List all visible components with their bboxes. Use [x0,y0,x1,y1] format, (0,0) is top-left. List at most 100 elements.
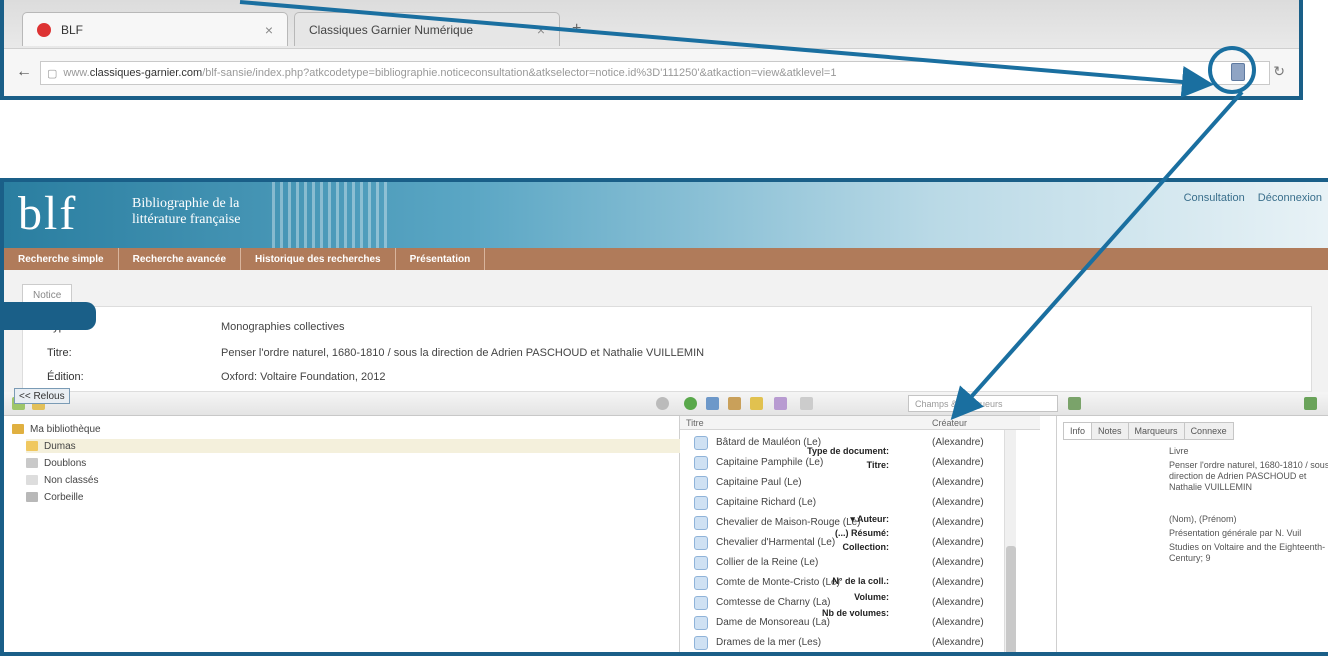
tab-notes[interactable]: Notes [1091,422,1129,440]
info-tabs: Info Notes Marqueurs Connexe [1063,422,1234,440]
fullscreen-icon[interactable] [1304,397,1317,410]
collections-pane: Ma bibliothèque Dumas Doublons Non class… [4,416,686,652]
collection-trash[interactable]: Corbeille [26,490,686,504]
item-creator: (Alexandre) [932,557,984,568]
top-links: Consultation Déconnexion [1174,192,1322,204]
unfiled-icon [26,475,38,485]
nav-presentation[interactable]: Présentation [396,248,486,270]
info-label: Collection: [842,542,890,552]
collection-unfiled[interactable]: Non classés [26,473,686,487]
attachment-icon[interactable] [728,397,741,410]
info-value[interactable]: (Nom), (Prénom) [1169,514,1328,525]
list-item[interactable]: Collier de la Reine (Le) (Alexandre) [694,554,1014,571]
deconnexion-link[interactable]: Déconnexion [1258,192,1322,204]
tab-related[interactable]: Connexe [1183,422,1234,440]
collection-label: Dumas [44,440,76,452]
field-value: Monographies collectives [221,321,345,333]
scrollbar-thumb[interactable] [1006,546,1016,652]
browser-tab-classiques[interactable]: Classiques Garnier Numérique × [294,12,560,46]
item-title: Capitaine Richard (Le) [716,497,817,508]
collection-label: Doublons [44,457,87,469]
browser-window: BLF × Classiques Garnier Numérique × + ←… [0,0,1303,100]
add-by-identifier-icon[interactable] [706,397,719,410]
item-creator: (Alexandre) [932,477,984,488]
relous-button[interactable]: << Relous [14,388,70,404]
list-item[interactable]: Drames de la mer (Les) (Alexandre) [694,634,1014,651]
nav-recherche-avancee[interactable]: Recherche avancée [119,248,242,270]
address-bar-row: ← ▢ www. classiques-garnier.com/blf-sansi… [4,48,1299,96]
tab-title: Classiques Garnier Numérique [309,22,474,37]
page-icon: ▢ [47,67,58,80]
items-scrollbar[interactable] [1004,430,1016,652]
close-tab-icon[interactable]: × [265,22,273,38]
new-note-icon[interactable] [750,397,763,410]
item-creator: (Alexandre) [932,497,984,508]
item-title: Drames de la mer (Les) [716,637,822,648]
tab-bar: BLF × Classiques Garnier Numérique × + [4,0,1299,48]
duplicates-icon [26,458,38,468]
info-value[interactable]: Livre [1169,446,1328,457]
item-title: Chevalier d'Harmental (Le) [716,537,836,548]
info-label: Volume: [854,592,889,602]
zotero-extension-icon[interactable] [1231,63,1245,81]
sync-icon[interactable] [1068,397,1081,410]
tab-info[interactable]: Info [1063,422,1093,440]
item-creator: (Alexandre) [932,577,984,588]
collection-dumas[interactable]: Dumas [26,439,686,453]
consultation-link[interactable]: Consultation [1184,192,1245,204]
url-field[interactable]: ▢ www. classiques-garnier.com/blf-sansie/… [40,61,1270,85]
actions-gear-icon[interactable] [656,397,669,410]
list-item[interactable]: Capitaine Richard (Le) (Alexandre) [694,494,1014,511]
item-creator: (Alexandre) [932,617,984,628]
info-value[interactable]: Penser l'ordre naturel, 1680-1810 / sous… [1169,460,1328,493]
blf-logo: blf [18,187,78,240]
column-title[interactable]: Titre [686,418,704,428]
book-icon [694,635,708,650]
browser-tab-blf[interactable]: BLF × [22,12,288,46]
new-tab-button[interactable]: + [572,20,581,38]
link-icon[interactable] [774,397,787,410]
blf-header: blf Bibliographie de la littérature fran… [4,182,1328,248]
reload-icon[interactable]: ↻ [1273,63,1285,80]
url-path: /blf-sansie/index.php?atkcodetype=biblio… [202,67,837,79]
book-icon [694,535,708,550]
column-creator[interactable]: Créateur [932,418,967,428]
field-value: Penser l'ordre naturel, 1680-1810 / sous… [221,347,705,359]
list-item[interactable]: Capitaine Paul (Le) (Alexandre) [694,474,1014,491]
library-icon [12,424,24,434]
item-title: Comtesse de Charny (La) [716,597,831,608]
item-title: Comte de Monte-Cristo (Le) [716,577,840,588]
notice-panel: Type: Monographies collectives Titre: Pe… [22,306,1312,392]
overlay-tab [4,302,96,330]
field-value: Oxford: Voltaire Foundation, 2012 [221,371,386,383]
info-label: Type de document: [807,446,889,456]
new-item-icon[interactable] [684,397,697,410]
notice-area: Notice Type: Monographies collectives Ti… [4,270,1328,392]
info-label: Nb de volumes: [821,608,889,618]
search-input[interactable]: Champs & Marqueurs [908,395,1058,412]
tab-title: BLF [61,22,84,37]
tab-tags[interactable]: Marqueurs [1127,422,1185,440]
item-creator: (Alexandre) [932,437,984,448]
collection-my-library[interactable]: Ma bibliothèque [12,422,672,436]
info-value[interactable]: Présentation générale par N. Vuil [1169,528,1328,539]
back-arrow-icon[interactable]: ← [16,63,32,81]
locate-icon[interactable] [800,397,813,410]
collection-label: Corbeille [44,491,84,503]
item-creator: (Alexandre) [932,517,984,528]
nav-historique[interactable]: Historique des recherches [241,248,396,270]
header-decoration [272,182,392,248]
folder-icon [26,441,38,451]
book-icon [694,515,708,530]
close-tab-icon[interactable]: × [537,22,545,38]
collection-duplicates[interactable]: Doublons [26,456,686,470]
book-icon [694,595,708,610]
book-icon [694,615,708,630]
collection-label: Non classés [44,474,99,486]
item-title: Chevalier de Maison-Rouge (Le) [716,517,861,528]
info-value[interactable]: Studies on Voltaire and the Eighteenth-C… [1169,542,1328,564]
nav-recherche-simple[interactable]: Recherche simple [4,248,119,270]
item-creator: (Alexandre) [932,637,984,648]
book-icon [694,555,708,570]
items-header: Titre Créateur [680,416,1040,430]
